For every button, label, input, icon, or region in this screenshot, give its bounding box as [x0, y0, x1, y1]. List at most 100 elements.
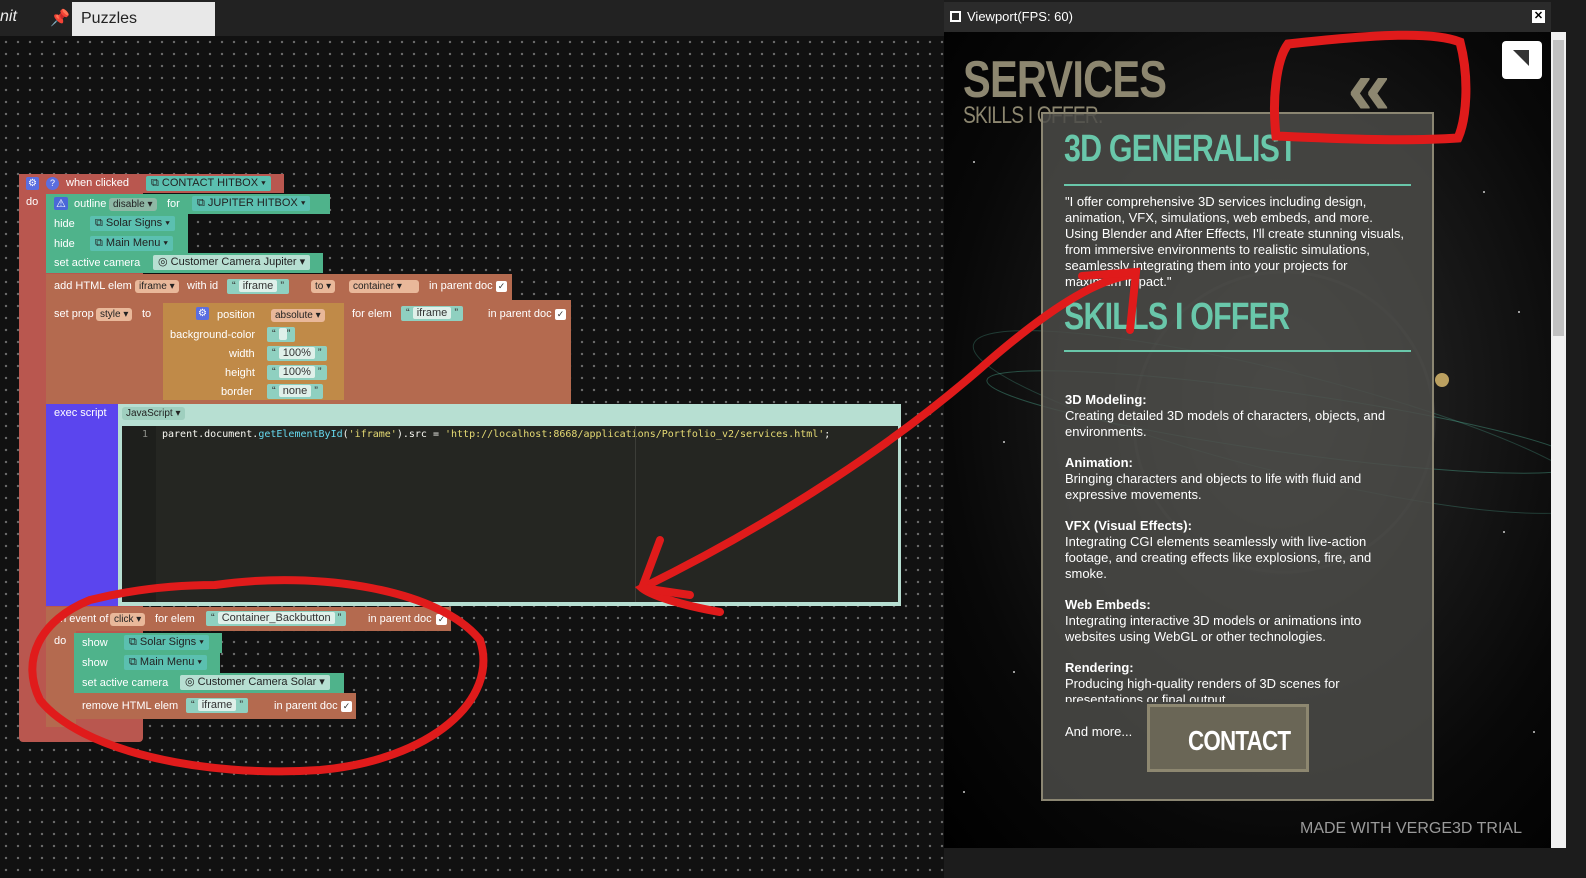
object-icon: ⧉: [95, 237, 106, 249]
show-label: show: [82, 657, 108, 669]
key-border: border: [221, 386, 253, 398]
exec-script-editor-frame: JavaScript ▾ 1 parent.document.getElemen…: [118, 404, 901, 606]
code-line[interactable]: parent.document.getElementById('iframe')…: [162, 429, 830, 440]
prop-dropdown[interactable]: style ▾: [96, 308, 133, 321]
scrollbar-thumb[interactable]: [1553, 40, 1564, 336]
outline-block[interactable]: ⚠ outline disable ▾ for ⧉ JUPITER HITBOX…: [46, 194, 330, 214]
object-selector[interactable]: ⧉ Solar Signs ▾: [124, 635, 209, 650]
object-selector[interactable]: ⧉ Main Menu ▾: [124, 655, 208, 670]
dictionary-block[interactable]: ⚙ position absolute ▾ background-color “…: [163, 303, 344, 400]
height-string[interactable]: “ 100% ”: [267, 365, 327, 380]
set-camera-label: set active camera: [82, 677, 169, 689]
elem-type-dropdown[interactable]: iframe ▾: [135, 280, 179, 293]
camera-selector[interactable]: ◎ Customer Camera Solar ▾: [180, 675, 330, 690]
in-parent-doc-label: in parent doc: [368, 613, 432, 625]
bg-string[interactable]: “ ”: [267, 327, 296, 342]
viewport-titlebar[interactable]: Viewport(FPS: 60) ✕: [944, 2, 1551, 32]
skill-item: 3D Modeling: Creating detailed 3D models …: [1065, 392, 1386, 439]
camera-selector[interactable]: ◎ Customer Camera Jupiter ▾: [153, 255, 311, 270]
fullscreen-button[interactable]: [1502, 41, 1542, 79]
services-heading: SERVICES: [963, 51, 1167, 109]
puzzles-workspace[interactable]: ⚙ ? when clicked ⧉ CONTACT HITBOX ▾ do ⚠…: [0, 36, 944, 878]
exec-script-block[interactable]: exec script: [46, 404, 122, 606]
on-event-block[interactable]: on event of click ▾ for elem “ Container…: [46, 607, 451, 631]
do-label: do: [54, 635, 67, 647]
in-parent-doc-label: in parent doc: [429, 280, 493, 292]
close-icon[interactable]: ✕: [1532, 10, 1545, 23]
generalist-title: 3D GENERALIST: [1064, 128, 1298, 170]
contact-button[interactable]: CONTACT: [1147, 704, 1309, 772]
object-name: CONTACT HITBOX: [161, 177, 259, 189]
gear-icon[interactable]: ⚙: [26, 177, 39, 190]
hide-block[interactable]: hide ⧉ Solar Signs ▾: [46, 214, 188, 234]
position-dropdown[interactable]: to ▾: [311, 280, 336, 293]
object-selector[interactable]: ⧉ JUPITER HITBOX ▾: [192, 196, 311, 211]
tab-puzzles[interactable]: Puzzles: [72, 2, 215, 36]
fullscreen-icon: [1513, 50, 1529, 66]
object-selector[interactable]: ⧉ Main Menu ▾: [90, 236, 174, 251]
pin-icon[interactable]: 📌: [50, 8, 70, 28]
viewport-title: Viewport(FPS: 60): [967, 9, 1073, 24]
elem-string[interactable]: “ iframe ”: [186, 698, 249, 713]
exec-script-label: exec script: [54, 407, 107, 419]
intro-paragraph: "I offer comprehensive 3D services inclu…: [1065, 194, 1404, 289]
viewport-panel-icon: [950, 11, 961, 22]
key-width: width: [229, 348, 255, 360]
to-label: to: [142, 308, 152, 320]
remove-html-label: remove HTML elem: [82, 700, 179, 712]
code-editor[interactable]: 1 parent.document.getElementById('iframe…: [122, 426, 898, 602]
for-label: for: [167, 198, 180, 210]
do-label: do: [26, 196, 39, 208]
skill-item: Animation: Bringing characters and object…: [1065, 455, 1362, 502]
camera-icon: ◎: [185, 676, 198, 688]
in-parent-doc-checkbox[interactable]: ✓: [436, 614, 447, 625]
hide-block[interactable]: hide ⧉ Main Menu ▾: [46, 234, 188, 254]
key-position: position: [217, 309, 255, 321]
width-string[interactable]: “ 100% ”: [267, 346, 327, 361]
in-parent-doc-checkbox[interactable]: ✓: [496, 281, 507, 292]
divider: [1064, 184, 1411, 186]
in-parent-doc-label: in parent doc: [274, 700, 338, 712]
in-parent-doc-checkbox[interactable]: ✓: [341, 701, 352, 712]
elem-string[interactable]: “ Container_Backbutton ”: [206, 611, 347, 626]
parent-dropdown[interactable]: container ▾: [349, 280, 419, 293]
position-value-dropdown[interactable]: absolute ▾: [271, 309, 325, 322]
event-type-dropdown[interactable]: click ▾: [110, 613, 146, 626]
show-block[interactable]: show ⧉ Solar Signs ▾: [74, 633, 222, 653]
outline-mode-dropdown[interactable]: disable ▾: [109, 198, 157, 211]
divider: [1064, 350, 1411, 352]
for-elem-label: for elem: [352, 308, 392, 320]
in-parent-doc-checkbox[interactable]: ✓: [555, 309, 566, 320]
skill-item: VFX (Visual Effects): Integrating CGI ele…: [1065, 518, 1372, 581]
elem-string[interactable]: “ iframe ”: [401, 306, 464, 321]
on-event-do-branch: do: [46, 631, 76, 727]
set-prop-label: set prop: [54, 308, 94, 320]
remove-html-elem-block[interactable]: remove HTML elem “ iframe ” in parent do…: [74, 693, 356, 719]
id-string[interactable]: “ iframe ”: [227, 279, 290, 294]
hat-row[interactable]: ⚙ ? when clicked ⧉ CONTACT HITBOX ▾: [19, 174, 284, 193]
for-elem-label: for elem: [155, 613, 195, 625]
viewport-canvas[interactable]: SERVICES SKILLS I OFFER. « 3D GENERALIST…: [944, 32, 1551, 848]
help-icon[interactable]: ?: [46, 177, 59, 190]
key-background-color: background-color: [170, 329, 255, 341]
object-selector[interactable]: ⧉ CONTACT HITBOX ▾: [146, 176, 271, 191]
show-label: show: [82, 637, 108, 649]
border-string[interactable]: “ none ”: [267, 384, 323, 399]
set-prop-block[interactable]: set prop style ▾ to ⚙ position absolute …: [46, 300, 571, 404]
tab-partial-label[interactable]: nit: [0, 8, 17, 26]
skill-item: Web Embeds: Integrating interactive 3D mo…: [1065, 597, 1362, 644]
add-html-label: add HTML elem: [54, 280, 132, 292]
object-icon: ⧉: [197, 197, 208, 209]
event-label: when clicked: [66, 177, 129, 189]
show-block[interactable]: show ⧉ Main Menu ▾: [74, 653, 220, 673]
set-active-camera-block[interactable]: set active camera ◎ Customer Camera Sola…: [74, 673, 344, 693]
key-height: height: [225, 367, 255, 379]
set-active-camera-block[interactable]: set active camera ◎ Customer Camera Jupi…: [46, 253, 323, 273]
language-dropdown[interactable]: JavaScript ▾: [122, 407, 185, 420]
outline-label: outline: [74, 198, 107, 210]
warning-icon: ⚠: [54, 197, 68, 210]
gear-icon[interactable]: ⚙: [196, 307, 209, 320]
object-selector[interactable]: ⧉ Solar Signs ▾: [90, 216, 175, 231]
camera-icon: ◎: [158, 256, 171, 268]
add-html-elem-block[interactable]: add HTML elem iframe ▾ with id “ iframe …: [46, 274, 512, 300]
